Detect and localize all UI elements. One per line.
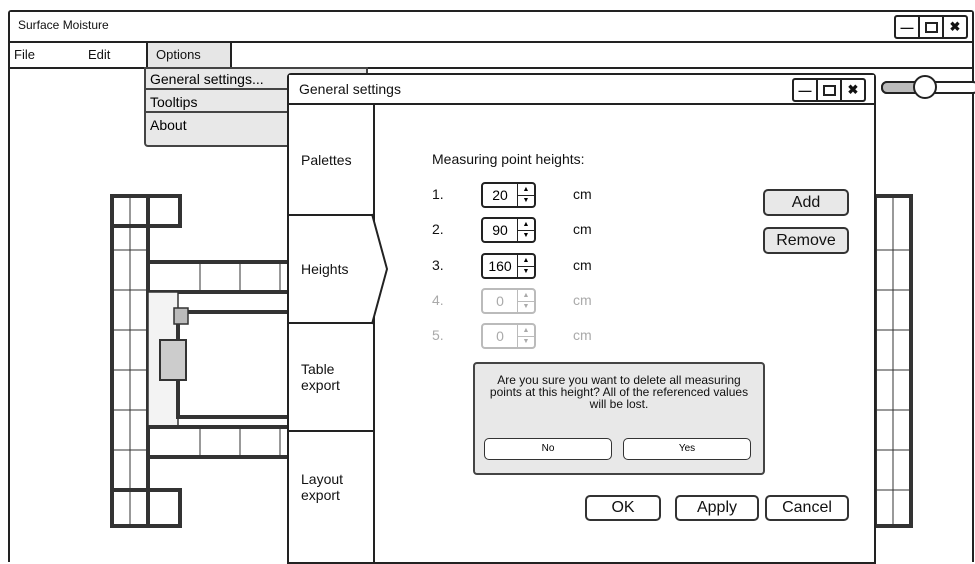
- stepper-up-icon[interactable]: ▲: [518, 184, 534, 195]
- nav-divider: [289, 214, 373, 216]
- dialog-minimize-button[interactable]: —: [794, 80, 816, 100]
- menu-bar: File Edit Options: [10, 43, 972, 69]
- row-index-5: 5.: [432, 327, 444, 343]
- maximize-icon: [822, 84, 836, 96]
- stepper-down-icon[interactable]: ▼: [518, 194, 534, 207]
- stepper-down-icon: ▼: [518, 300, 534, 313]
- height-stepper-5: 0 ▲ ▼: [481, 323, 536, 349]
- height-value-3[interactable]: 160: [483, 255, 517, 277]
- unit-label-3: cm: [573, 257, 592, 273]
- height-value-4: 0: [496, 293, 504, 309]
- window-controls: — ✖: [894, 15, 968, 39]
- apply-button[interactable]: Apply: [675, 495, 759, 521]
- close-icon: ✖: [949, 19, 961, 34]
- height-value-2[interactable]: 90: [483, 219, 517, 241]
- confirm-no-button[interactable]: No: [484, 438, 612, 460]
- dialog-title-bar: General settings — ✖: [289, 75, 874, 105]
- ok-button[interactable]: OK: [585, 495, 661, 521]
- maximize-icon: [924, 21, 938, 33]
- stepper-up-icon: ▲: [522, 291, 530, 299]
- minimize-icon: —: [798, 82, 812, 98]
- nav-selected-indicator: [371, 213, 389, 325]
- nav-divider: [289, 322, 373, 324]
- close-icon: ✖: [847, 82, 859, 97]
- stepper-down-icon[interactable]: ▼: [518, 229, 534, 242]
- floor-plan-left: [110, 194, 310, 528]
- maximize-button[interactable]: [918, 17, 942, 37]
- general-settings-dialog: General settings — ✖ Palettes Heights Ta…: [287, 73, 876, 564]
- dialog-window-controls: — ✖: [792, 78, 866, 102]
- height-stepper-3[interactable]: 160 ▲ ▼: [481, 253, 536, 279]
- row-index-3: 3.: [432, 257, 444, 273]
- confirm-yes-button[interactable]: Yes: [623, 438, 751, 460]
- nav-divider: [289, 430, 373, 432]
- nav-item-layout-export[interactable]: Layout export: [289, 471, 359, 503]
- unit-label-4: cm: [573, 292, 592, 308]
- unit-label-2: cm: [573, 221, 592, 237]
- minimize-button[interactable]: —: [896, 17, 918, 37]
- dialog-close-button[interactable]: ✖: [840, 80, 864, 100]
- nav-item-heights[interactable]: Heights: [289, 261, 373, 277]
- close-button[interactable]: ✖: [942, 17, 966, 37]
- unit-label-1: cm: [573, 186, 592, 202]
- menu-options[interactable]: Options: [146, 43, 232, 67]
- stepper-down-icon[interactable]: ▼: [518, 265, 534, 278]
- stepper-up-icon[interactable]: ▲: [518, 255, 534, 266]
- heights-heading: Measuring point heights:: [432, 151, 585, 167]
- height-value-5: 0: [496, 328, 504, 344]
- remove-button[interactable]: Remove: [763, 227, 849, 254]
- window-title: Surface Moisture: [18, 18, 109, 32]
- nav-item-table-export[interactable]: Table export: [289, 361, 359, 393]
- row-index-2: 2.: [432, 221, 444, 237]
- height-stepper-2[interactable]: 90 ▲ ▼: [481, 217, 536, 243]
- dialog-title: General settings: [299, 81, 401, 97]
- floor-plan-right: [873, 194, 913, 528]
- height-stepper-1[interactable]: 20 ▲ ▼: [481, 182, 536, 208]
- cancel-button[interactable]: Cancel: [765, 495, 849, 521]
- unit-label-5: cm: [573, 327, 592, 343]
- settings-nav: Palettes Heights Table export Layout exp…: [289, 105, 375, 562]
- confirmation-message: Are you sure you want to delete all meas…: [489, 373, 749, 411]
- delete-confirmation-dialog: Are you sure you want to delete all meas…: [473, 362, 765, 475]
- stepper-up-icon[interactable]: ▲: [518, 219, 534, 230]
- menu-file[interactable]: File: [14, 43, 35, 67]
- title-bar: Surface Moisture — ✖: [10, 12, 972, 43]
- row-index-4: 4.: [432, 292, 444, 308]
- nav-item-palettes[interactable]: Palettes: [289, 152, 373, 168]
- dialog-maximize-button[interactable]: [816, 80, 840, 100]
- menu-edit[interactable]: Edit: [88, 43, 110, 67]
- stepper-down-icon: ▼: [518, 335, 534, 348]
- height-value-1[interactable]: 20: [483, 184, 517, 206]
- stepper-up-icon: ▲: [522, 326, 530, 334]
- add-button[interactable]: Add: [763, 189, 849, 216]
- zoom-slider-handle[interactable]: [913, 75, 937, 99]
- minimize-icon: —: [900, 19, 914, 35]
- row-index-1: 1.: [432, 186, 444, 202]
- height-stepper-4: 0 ▲ ▼: [481, 288, 536, 314]
